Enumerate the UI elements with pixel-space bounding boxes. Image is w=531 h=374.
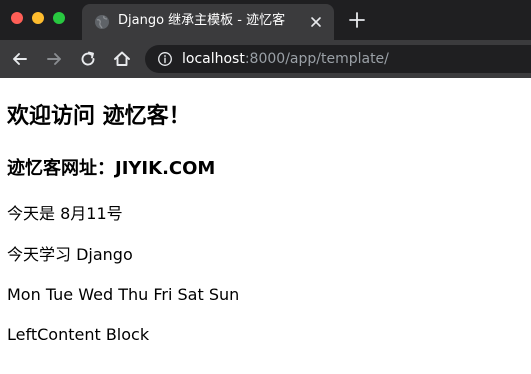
left-content-block: LeftContent Block bbox=[7, 325, 150, 344]
url-host: localhost bbox=[182, 51, 245, 67]
maximize-window-button[interactable] bbox=[53, 12, 65, 24]
address-bar[interactable]: localhost:8000/app/template/ bbox=[145, 45, 531, 73]
tab-title: Django 继承主模板 - 迹忆客 bbox=[118, 13, 286, 28]
minimize-window-button[interactable] bbox=[32, 12, 44, 24]
url-path: :8000/app/template/ bbox=[244, 51, 389, 67]
date-text: 今天是 8月11号 bbox=[7, 204, 123, 223]
reload-icon[interactable] bbox=[78, 49, 98, 69]
browser-toolbar: localhost:8000/app/template/ bbox=[0, 40, 531, 78]
globe-icon bbox=[95, 15, 109, 29]
page-content: 欢迎访问 迹忆客！ 迹忆客网址：JIYIK.COM 今天是 8月11号 今天学习… bbox=[0, 78, 531, 374]
close-icon[interactable] bbox=[308, 14, 324, 30]
url-text[interactable]: localhost:8000/app/template/ bbox=[182, 50, 389, 68]
arrow-left-icon[interactable] bbox=[10, 49, 30, 69]
tab-bar: Django 继承主模板 - 迹忆客 bbox=[0, 0, 531, 40]
home-icon[interactable] bbox=[112, 49, 132, 69]
plus-icon[interactable] bbox=[348, 11, 366, 29]
active-tab[interactable]: Django 继承主模板 - 迹忆客 bbox=[82, 4, 334, 40]
info-icon[interactable] bbox=[157, 51, 173, 67]
weekdays-text: Mon Tue Wed Thu Fri Sat Sun bbox=[7, 285, 240, 304]
site-address-heading: 迹忆客网址：JIYIK.COM bbox=[7, 158, 216, 179]
page-heading: 欢迎访问 迹忆客！ bbox=[7, 104, 191, 129]
close-window-button[interactable] bbox=[11, 12, 23, 24]
arrow-right-icon[interactable] bbox=[44, 49, 64, 69]
study-text: 今天学习 Django bbox=[7, 245, 133, 264]
